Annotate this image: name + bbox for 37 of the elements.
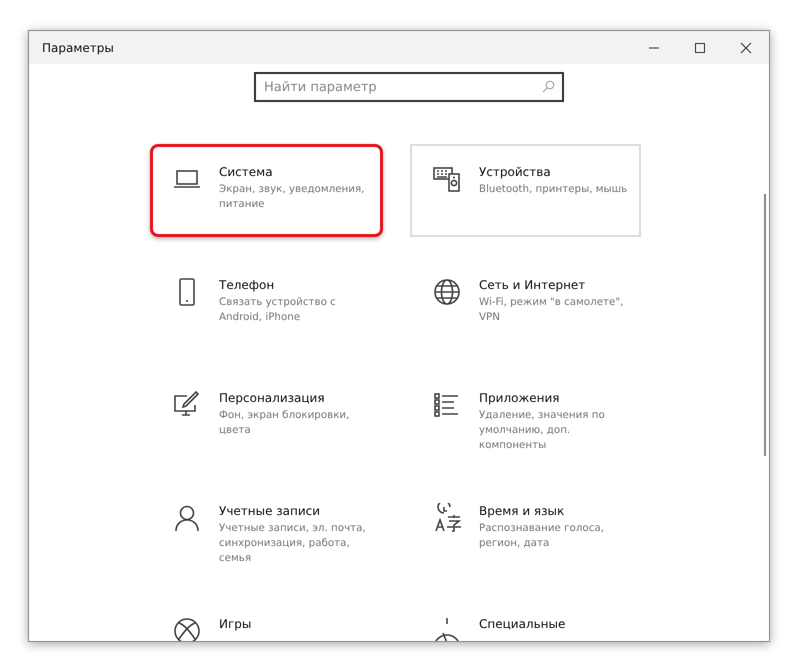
- tile-description: Фон, экран блокировки, цвета: [219, 408, 350, 438]
- settings-tile[interactable]: Система Экран, звук, уведомления, питание: [150, 144, 383, 237]
- tile-title: Система: [219, 164, 274, 180]
- tile-title: Учетные записи: [219, 503, 322, 519]
- settings-tile[interactable]: Персонализация Фон, экран блокировки, цвета: [150, 370, 383, 463]
- tile-description: Распознавание голоса, регион, дата: [479, 521, 605, 551]
- settings-tile[interactable]: Устройства Bluetooth, принтеры, мышь: [410, 144, 641, 237]
- tile-title: Устройства: [479, 164, 552, 180]
- tile-title: Персонализация: [219, 390, 326, 406]
- search-field[interactable]: Найти параметр: [254, 72, 564, 102]
- settings-tile[interactable]: Сеть и Интернет Wi-Fi, режим "в самолете", VPN: [410, 257, 641, 350]
- tile-title: Приложения: [479, 390, 561, 406]
- tile-description: Wi-Fi, режим "в самолете", VPN: [479, 295, 624, 325]
- settings-tile[interactable]: Игры: [150, 596, 383, 641]
- keyboard-speaker-icon: [432, 164, 462, 194]
- tile-description: Удаление, значения по умолчанию, доп. компоненты: [479, 408, 606, 453]
- tile-description: Экран, звук, уведомления, питание: [219, 182, 366, 212]
- tile-title: Игры: [219, 616, 252, 632]
- globe-icon: [432, 277, 462, 307]
- search-icon: [542, 80, 555, 93]
- settings-tile[interactable]: Время и язык Распознавание голоса, регион, дата: [410, 483, 641, 576]
- maximize-icon: [694, 42, 706, 54]
- settings-tile[interactable]: Приложения Удаление, значения по умолчанию, доп. компоненты: [410, 370, 641, 463]
- person-icon: [172, 503, 202, 533]
- tile-title: Телефон: [219, 277, 276, 293]
- tile-description: Bluetooth, принтеры, мышь: [479, 182, 628, 197]
- scrollbar[interactable]: [764, 194, 766, 456]
- window-title: Параметры: [41, 40, 114, 54]
- tile-description: Учетные записи, эл. почта, синхронизация, работа, семья: [219, 521, 367, 566]
- settings-tile[interactable]: Учетные записи Учетные записи, эл. почта, синхронизация, работа, семья: [150, 483, 383, 576]
- tile-title: Специальные: [479, 616, 566, 632]
- settings-tile[interactable]: Телефон Связать устройство с Android, iPhone: [150, 257, 383, 350]
- tile-title: Сеть и Интернет: [479, 277, 586, 293]
- tile-title: Время и язык: [479, 503, 566, 519]
- tile-description: Связать устройство с Android, iPhone: [219, 295, 337, 325]
- close-icon: [740, 42, 752, 54]
- settings-tile[interactable]: Специальные: [410, 596, 641, 641]
